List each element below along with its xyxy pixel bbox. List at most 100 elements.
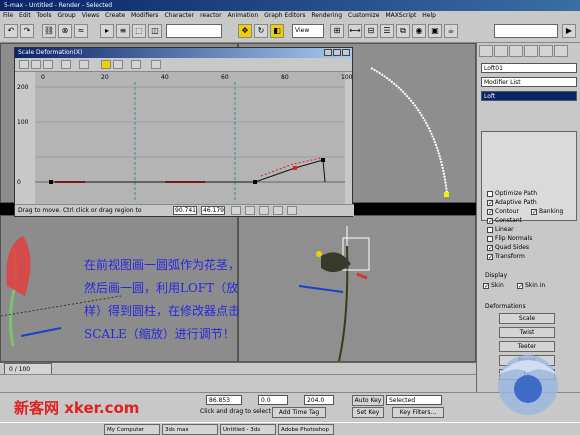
menu-item-3[interactable]: Group [57,12,75,19]
x-coord-field[interactable]: 86.853 [206,395,242,405]
mirror-icon[interactable]: ⟷ [348,24,362,38]
render-scene-icon[interactable]: ▣ [428,24,442,38]
modifier-list-dropdown[interactable]: Modifier List [481,77,577,87]
key-mode-dropdown[interactable]: Selected [386,395,442,405]
material-editor-icon[interactable]: ◉ [412,24,426,38]
make-symmetrical-icon[interactable] [19,60,29,69]
zoom-vertical-icon[interactable] [273,206,283,215]
zoom-horizontal-icon[interactable] [259,206,269,215]
crossing-icon[interactable]: ◫ [148,24,162,38]
bind-icon[interactable]: ≈ [74,24,88,38]
align-icon[interactable]: ⊟ [364,24,378,38]
modify-tab-icon[interactable] [494,45,508,57]
insert-corner-point-icon[interactable] [113,60,123,69]
maximize-icon[interactable] [333,49,341,56]
pan-icon[interactable] [231,206,241,215]
y-tick-label: 100 [17,119,29,126]
menu-item-11[interactable]: Rendering [311,12,342,19]
region-icon[interactable]: ⬚ [132,24,146,38]
reset-curve-icon[interactable] [151,60,161,69]
track-view-icon[interactable]: ☰ [380,24,394,38]
quick-render-icon[interactable]: ☕ [444,24,458,38]
scale-icon[interactable]: ◧ [270,24,284,38]
option-checkbox-3[interactable]: ✓ Banking [531,208,563,215]
menu-item-5[interactable]: Create [105,12,125,19]
hierarchy-tab-icon[interactable] [509,45,523,57]
menu-item-13[interactable]: MAXScript [386,12,417,19]
menu-item-9[interactable]: Animation [228,12,259,19]
unlink-icon[interactable]: ⊗ [58,24,72,38]
graph-status-bar: Drag to move. Ctrl click or drag region … [15,204,354,216]
z-coord-field[interactable]: 204.0 [304,395,334,405]
create-tab-icon[interactable] [479,45,493,57]
ruler-tick-label: 60 [221,74,229,81]
menu-item-1[interactable]: Edit [19,12,31,19]
option-checkbox-6[interactable]: Flip Normals [487,235,532,242]
zoom-extents-icon[interactable] [245,206,255,215]
key-filters-button[interactable]: Key Filters... [392,407,444,418]
move-icon[interactable]: ✥ [238,24,252,38]
time-slider[interactable]: 0 / 100 [0,362,476,376]
deform-button-scale[interactable]: Scale [499,313,555,324]
taskbar-item-0[interactable]: My Computer [104,424,160,435]
menu-item-14[interactable]: Help [422,12,436,19]
y-coord-field[interactable]: 0.0 [258,395,288,405]
close-icon[interactable] [342,49,350,56]
undo-icon[interactable]: ↶ [4,24,18,38]
deform-button-twist[interactable]: Twist [499,327,555,338]
render-last-icon[interactable]: ▶ [562,24,576,38]
display-skin-in-checkbox[interactable]: ✓ Skin in [517,282,545,289]
deformation-graph[interactable]: 0 20 40 60 80 100 200 100 0 [15,72,354,206]
set-key-button[interactable]: Set Key [352,407,384,418]
option-checkbox-4[interactable]: ✓ Constant [487,217,522,224]
menu-item-4[interactable]: Views [82,12,99,19]
option-checkbox-8[interactable]: ✓ Transform [487,253,525,260]
motion-tab-icon[interactable] [524,45,538,57]
delete-control-point-icon[interactable] [131,60,141,69]
move-control-point-icon[interactable] [79,60,89,69]
pivot-icon[interactable]: ⊞ [330,24,344,38]
add-time-tag-button[interactable]: Add Time Tag [272,407,326,418]
link-icon[interactable]: ⛓ [42,24,56,38]
zoom-region-icon[interactable] [287,206,297,215]
auto-key-button[interactable]: Auto Key [352,395,384,406]
menu-item-10[interactable]: Graph Editors [264,12,305,19]
taskbar-item-3[interactable]: Adobe Photoshop [278,424,334,435]
display-tab-icon[interactable] [539,45,553,57]
minimize-icon[interactable] [324,49,332,56]
option-checkbox-5[interactable]: Linear [487,226,514,233]
select-by-name-icon[interactable]: ≡ [116,24,130,38]
modifier-stack-item[interactable]: Loft [481,91,577,101]
display-x-axis-icon[interactable] [31,60,41,69]
scale-deformation-window: Scale Deformation(X) 0 20 40 60 80 100 200 100… [14,47,354,217]
object-name-field[interactable]: Loft01 [481,63,577,73]
named-selection-dropdown[interactable] [494,24,558,38]
option-checkbox-1[interactable]: ✓ Adaptive Path [487,199,537,206]
ruler-tick-label: 80 [281,74,289,81]
utilities-tab-icon[interactable] [554,45,568,57]
display-skin-checkbox[interactable]: ✓ Skin [483,282,504,289]
option-checkbox-7[interactable]: ✓ Quad Sides [487,244,529,251]
track-bar[interactable] [0,374,476,392]
menu-item-12[interactable]: Customize [348,12,380,19]
display-y-axis-icon[interactable] [43,60,53,69]
option-checkbox-2[interactable]: ✓ Contour [487,208,519,215]
menu-item-8[interactable]: reactor [200,12,222,19]
swap-curves-icon[interactable] [61,60,71,69]
redo-icon[interactable]: ↷ [20,24,34,38]
select-icon[interactable]: ▸ [100,24,114,38]
option-checkbox-0[interactable]: Optimize Path [487,190,537,197]
taskbar-item-2[interactable]: Untitled - 3ds [220,424,276,435]
menu-item-6[interactable]: Modifiers [131,12,158,19]
graph-coord-y[interactable]: 46.179 [201,206,225,215]
schematic-icon[interactable]: ⧉ [396,24,410,38]
rotate-icon[interactable]: ↻ [254,24,268,38]
reference-coord-dropdown[interactable]: View [292,24,324,38]
menu-item-7[interactable]: Character [164,12,194,19]
taskbar-item-1[interactable]: 3ds max [162,424,218,435]
scale-control-point-icon[interactable] [101,60,111,69]
selection-filter-dropdown[interactable] [166,24,222,38]
menu-item-0[interactable]: File [3,12,13,19]
menu-item-2[interactable]: Tools [37,12,52,19]
graph-coord-x[interactable]: 90.741 [173,206,197,215]
